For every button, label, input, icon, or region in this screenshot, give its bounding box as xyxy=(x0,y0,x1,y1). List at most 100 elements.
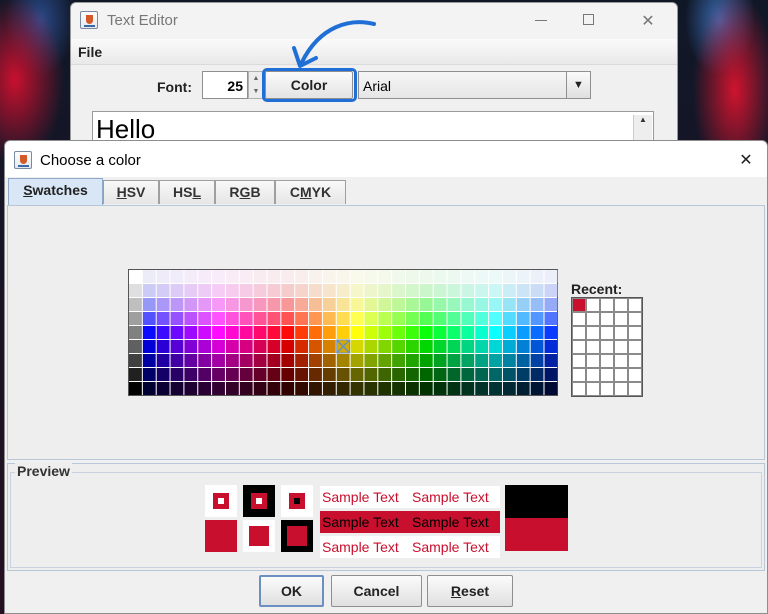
swatch-cell[interactable] xyxy=(156,326,170,339)
swatch-cell[interactable] xyxy=(530,270,544,283)
swatch-cell[interactable] xyxy=(406,326,419,339)
swatch-cell[interactable] xyxy=(516,354,530,367)
swatch-cell[interactable] xyxy=(239,270,253,283)
swatch-cell[interactable] xyxy=(461,284,475,297)
swatch-cell[interactable] xyxy=(212,340,225,353)
maximize-icon[interactable] xyxy=(578,11,598,25)
swatch-cell[interactable] xyxy=(184,382,198,395)
recent-swatch-cell[interactable] xyxy=(572,340,586,354)
swatch-cell[interactable] xyxy=(253,326,267,339)
swatch-cell[interactable] xyxy=(392,298,405,311)
swatch-cell[interactable] xyxy=(212,326,225,339)
swatch-cell[interactable] xyxy=(129,298,142,311)
swatch-cell[interactable] xyxy=(309,340,322,353)
cancel-button[interactable]: Cancel xyxy=(331,575,422,607)
swatch-cell[interactable] xyxy=(281,284,295,297)
swatch-cell[interactable] xyxy=(281,340,295,353)
minimize-icon[interactable] xyxy=(531,11,551,21)
swatch-cell[interactable] xyxy=(489,340,502,353)
swatch-cell[interactable] xyxy=(447,298,461,311)
swatch-cell[interactable] xyxy=(447,368,461,381)
swatch-cell[interactable] xyxy=(156,284,170,297)
swatch-cell[interactable] xyxy=(392,312,405,325)
swatch-cell[interactable] xyxy=(295,354,309,367)
swatch-cell[interactable] xyxy=(350,312,364,325)
swatch-cell[interactable] xyxy=(129,382,142,395)
recent-swatch-cell[interactable] xyxy=(600,312,614,326)
swatch-cell[interactable] xyxy=(461,368,475,381)
swatch-cell[interactable] xyxy=(406,368,419,381)
swatch-cell[interactable] xyxy=(447,270,461,283)
swatch-cell[interactable] xyxy=(184,270,198,283)
swatch-cell[interactable] xyxy=(336,326,350,339)
swatch-cell[interactable] xyxy=(156,270,170,283)
swatch-cell[interactable] xyxy=(170,354,184,367)
swatch-cell[interactable] xyxy=(530,312,544,325)
swatch-cell[interactable] xyxy=(225,382,239,395)
swatch-cell[interactable] xyxy=(212,354,225,367)
swatch-cell[interactable] xyxy=(309,368,322,381)
swatch-cell[interactable] xyxy=(364,382,378,395)
swatch-cell[interactable] xyxy=(198,298,212,311)
recent-swatch-cell[interactable] xyxy=(586,382,600,396)
swatch-cell[interactable] xyxy=(281,382,295,395)
swatch-cell[interactable] xyxy=(309,298,322,311)
swatch-cell[interactable] xyxy=(322,298,336,311)
swatch-cell[interactable] xyxy=(378,270,392,283)
swatch-cell[interactable] xyxy=(364,354,378,367)
swatch-cell[interactable] xyxy=(295,340,309,353)
swatch-cell[interactable] xyxy=(433,298,447,311)
tab-swatches[interactable]: Swatches xyxy=(8,178,103,205)
swatch-cell[interactable] xyxy=(156,340,170,353)
recent-swatch-cell[interactable] xyxy=(586,312,600,326)
swatch-cell[interactable] xyxy=(378,298,392,311)
swatch-cell[interactable] xyxy=(267,326,281,339)
swatch-grid[interactable] xyxy=(128,269,558,396)
swatch-cell[interactable] xyxy=(516,298,530,311)
recent-swatch-cell[interactable] xyxy=(628,382,642,396)
swatch-cell[interactable] xyxy=(364,340,378,353)
swatch-cell[interactable] xyxy=(322,340,336,353)
swatch-cell[interactable] xyxy=(281,354,295,367)
swatch-cell[interactable] xyxy=(378,382,392,395)
recent-swatch-cell[interactable] xyxy=(586,326,600,340)
recent-swatch-cell[interactable] xyxy=(614,312,628,326)
swatch-cell[interactable] xyxy=(267,270,281,283)
swatch-cell[interactable] xyxy=(433,382,447,395)
swatch-cell[interactable] xyxy=(281,312,295,325)
swatch-cell[interactable] xyxy=(475,312,489,325)
swatch-cell[interactable] xyxy=(225,312,239,325)
recent-swatch-cell[interactable] xyxy=(614,340,628,354)
swatch-cell[interactable] xyxy=(544,312,558,325)
swatch-cell[interactable] xyxy=(212,284,225,297)
swatch-cell[interactable] xyxy=(350,354,364,367)
close-icon[interactable]: ✕ xyxy=(638,11,658,31)
swatch-cell[interactable] xyxy=(406,354,419,367)
swatch-cell[interactable] xyxy=(447,382,461,395)
swatch-cell[interactable] xyxy=(212,368,225,381)
swatch-cell[interactable] xyxy=(364,312,378,325)
swatch-cell[interactable] xyxy=(475,340,489,353)
recent-swatch-cell[interactable] xyxy=(628,354,642,368)
swatch-cell[interactable] xyxy=(184,284,198,297)
swatch-cell[interactable] xyxy=(225,270,239,283)
recent-swatch-cell[interactable] xyxy=(628,340,642,354)
swatch-cell[interactable] xyxy=(447,312,461,325)
swatch-cell[interactable] xyxy=(281,326,295,339)
swatch-cell[interactable] xyxy=(295,368,309,381)
swatch-cell[interactable] xyxy=(489,298,502,311)
swatch-cell[interactable] xyxy=(502,298,516,311)
swatch-cell[interactable] xyxy=(198,354,212,367)
font-size-input[interactable]: 25 xyxy=(202,71,248,99)
swatch-cell[interactable] xyxy=(516,270,530,283)
swatch-cell[interactable] xyxy=(516,312,530,325)
swatch-cell[interactable] xyxy=(350,270,364,283)
swatch-cell[interactable] xyxy=(475,270,489,283)
swatch-cell[interactable] xyxy=(489,312,502,325)
swatch-cell[interactable] xyxy=(170,312,184,325)
swatch-cell[interactable] xyxy=(129,340,142,353)
swatch-cell[interactable] xyxy=(544,354,558,367)
swatch-cell[interactable] xyxy=(129,354,142,367)
swatch-cell[interactable] xyxy=(516,340,530,353)
swatch-cell[interactable] xyxy=(378,312,392,325)
